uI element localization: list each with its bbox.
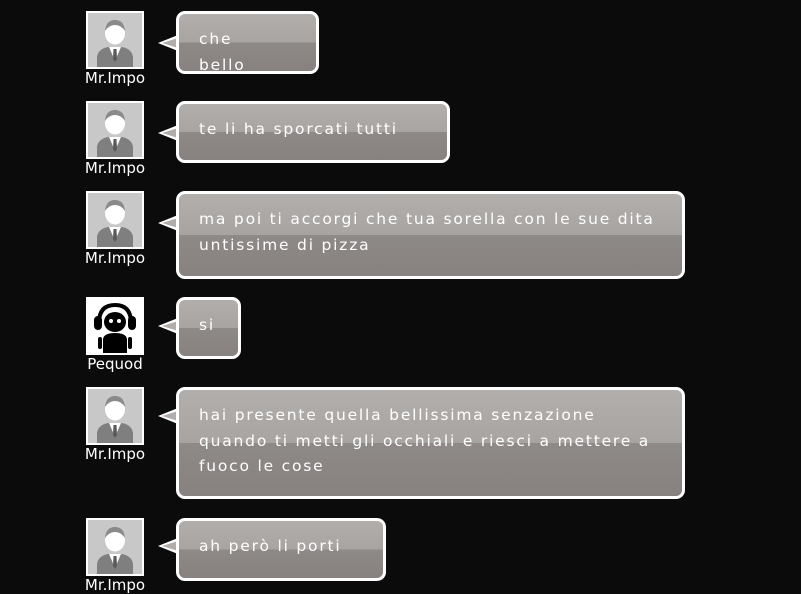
user-avatar[interactable] [86, 297, 144, 355]
message-bubble: ah però li porti [176, 518, 386, 581]
username: Mr.Impo [84, 69, 146, 87]
user-avatar[interactable] [86, 191, 144, 249]
user-avatar[interactable] [86, 387, 144, 445]
message-bubble: che bello [176, 11, 319, 74]
suit-man-avatar-icon [88, 193, 142, 247]
username: Mr.Impo [84, 576, 146, 594]
suit-man-avatar-icon [88, 520, 142, 574]
user-avatar[interactable] [86, 101, 144, 159]
message-bubble: ma poi ti accorgi che tua sorella con le… [176, 191, 685, 279]
user-avatar[interactable] [86, 518, 144, 576]
message-bubble: si [176, 297, 241, 359]
message-bubble: te li ha sporcati tutti [176, 101, 450, 163]
username: Mr.Impo [84, 249, 146, 267]
suit-man-avatar-icon [88, 103, 142, 157]
username: Mr.Impo [84, 159, 146, 177]
headphones-avatar-icon [88, 299, 142, 353]
user-avatar[interactable] [86, 11, 144, 69]
message-bubble: hai presente quella bellissima senzazion… [176, 387, 685, 499]
username: Mr.Impo [84, 445, 146, 463]
suit-man-avatar-icon [88, 13, 142, 67]
suit-man-avatar-icon [88, 389, 142, 443]
username: Pequod [87, 355, 143, 373]
